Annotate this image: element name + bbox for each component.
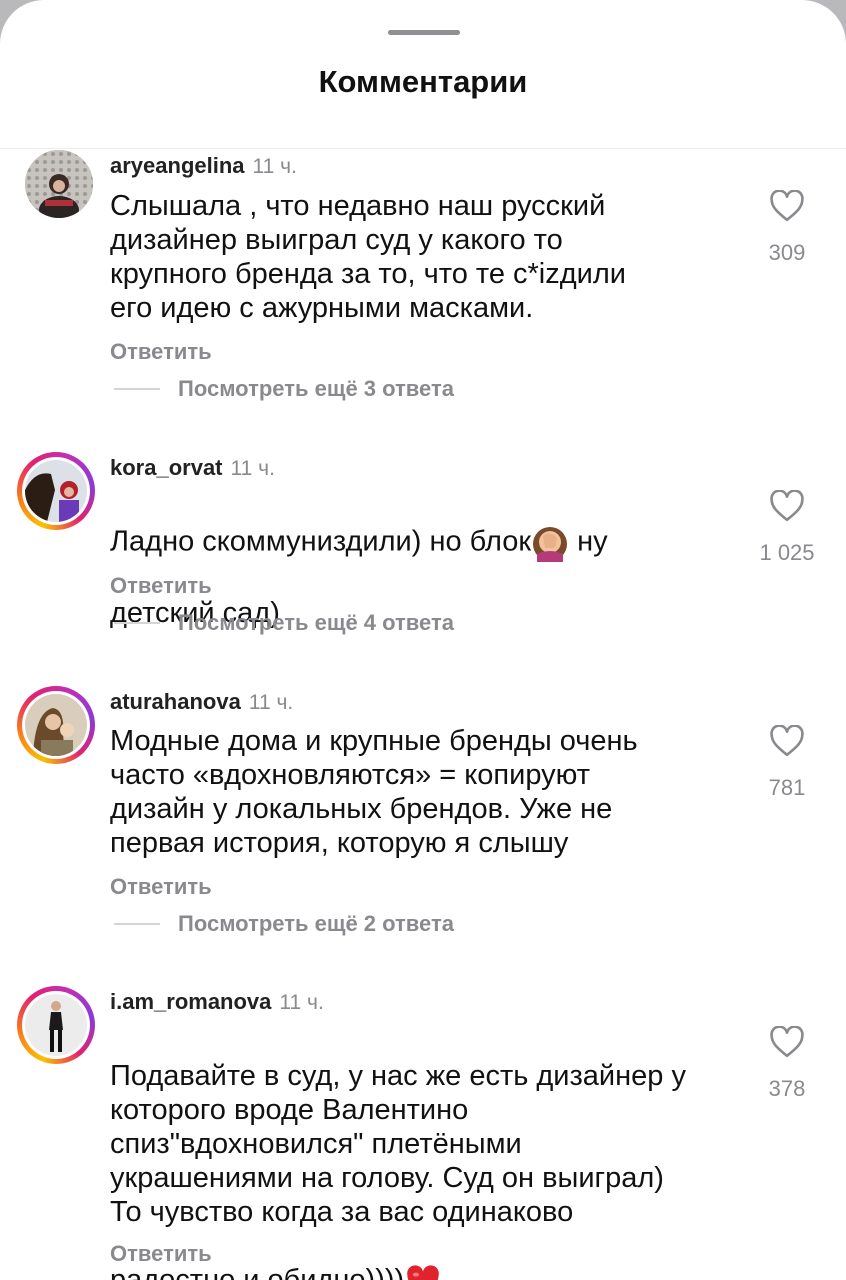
username-link[interactable]: kora_orvat xyxy=(110,455,223,480)
view-replies-button[interactable]: Посмотреть ещё 2 ответа xyxy=(114,911,454,941)
comment-text: Модные дома и крупные бренды очень часто… xyxy=(110,725,638,859)
avatar-photo-icon xyxy=(25,150,93,218)
header-divider xyxy=(0,148,846,149)
comment-text-part: ну xyxy=(569,525,608,558)
username-link[interactable]: i.am_romanova xyxy=(110,989,271,1014)
username-link[interactable]: aryeangelina xyxy=(110,153,245,178)
avatar xyxy=(25,994,87,1056)
avatar-photo-icon xyxy=(25,694,87,756)
view-replies-label[interactable]: Посмотреть ещё 4 ответа xyxy=(178,610,454,635)
comment-username[interactable]: aryeangelina 11 ч. xyxy=(110,153,297,179)
like-control[interactable]: 309 xyxy=(752,190,822,266)
comment-username[interactable]: i.am_romanova 11 ч. xyxy=(110,989,324,1015)
comment-time: 11 ч. xyxy=(248,691,294,714)
comment-time: 11 ч. xyxy=(279,991,324,1014)
avatar xyxy=(25,460,87,522)
username-link[interactable]: aturahanova xyxy=(110,689,241,714)
sheet-grabber-handle[interactable] xyxy=(388,30,460,35)
view-replies-label[interactable]: Посмотреть ещё 3 ответа xyxy=(178,376,454,401)
comment-time: 11 ч. xyxy=(230,457,275,480)
like-control[interactable]: 1 025 xyxy=(752,490,822,566)
comment-text: Ладно скоммуниздили) но блок ну детский … xyxy=(110,490,730,630)
like-count: 309 xyxy=(768,240,806,265)
like-control[interactable]: 781 xyxy=(752,725,822,801)
view-replies-label[interactable]: Посмотреть ещё 2 ответа xyxy=(178,911,454,936)
avatar xyxy=(25,694,87,756)
like-count: 781 xyxy=(768,775,806,800)
face-palm-emoji-icon xyxy=(533,527,568,562)
like-count: 378 xyxy=(768,1076,806,1101)
avatar-photo-icon xyxy=(25,994,87,1056)
comment-text-part: Подавайте в суд, у нас же есть дизайнер … xyxy=(110,1060,686,1228)
reply-button[interactable]: Ответить xyxy=(110,339,212,365)
avatar[interactable] xyxy=(25,150,93,218)
comment-username[interactable]: kora_orvat 11 ч. xyxy=(110,455,275,481)
heart-outline-icon[interactable] xyxy=(769,490,805,522)
heart-outline-icon[interactable] xyxy=(769,1026,805,1058)
like-count: 1 025 xyxy=(759,540,815,565)
comment-time: 11 ч. xyxy=(252,155,297,178)
view-replies-button[interactable]: Посмотреть ещё 3 ответа xyxy=(114,376,454,406)
reply-button[interactable]: Ответить xyxy=(110,874,212,900)
comment-text: Слышала , что недавно наш русский дизайн… xyxy=(110,190,626,324)
avatar-story-ring[interactable] xyxy=(17,686,95,764)
avatar-photo-icon xyxy=(25,460,87,522)
avatar-story-ring[interactable] xyxy=(17,986,95,1064)
heart-outline-icon[interactable] xyxy=(769,190,805,222)
replies-divider-line xyxy=(114,923,160,925)
comment-text-part: Ладно скоммуниздили) но блок xyxy=(110,525,532,558)
heart-outline-icon[interactable] xyxy=(769,725,805,757)
comments-sheet: Комментарии aryeangelina 11 ч. Слышала , … xyxy=(0,0,846,1280)
reply-button[interactable]: Ответить xyxy=(110,1241,212,1267)
view-replies-button[interactable]: Посмотреть ещё 4 ответа xyxy=(114,610,454,640)
sheet-title: Комментарии xyxy=(318,64,528,99)
like-control[interactable]: 378 xyxy=(752,1026,822,1102)
comment-username[interactable]: aturahanova 11 ч. xyxy=(110,689,293,715)
avatar-story-ring[interactable] xyxy=(17,452,95,530)
red-heart-emoji-icon xyxy=(407,1265,439,1280)
replies-divider-line xyxy=(114,622,160,624)
replies-divider-line xyxy=(114,388,160,390)
reply-button[interactable]: Ответить xyxy=(110,573,212,599)
